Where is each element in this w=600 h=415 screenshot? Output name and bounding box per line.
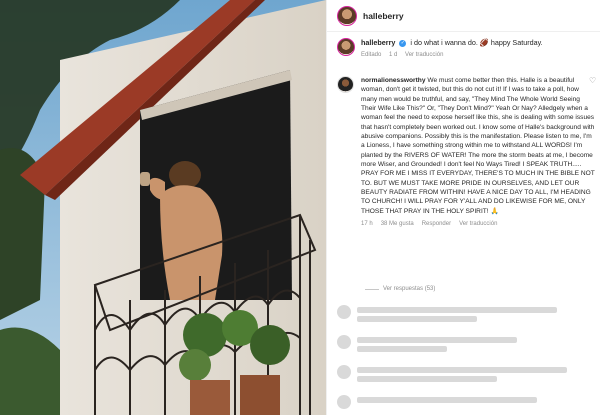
comment-see-translation[interactable]: Ver traducción — [459, 220, 497, 229]
comment-text: We must come better then this. Halle is … — [361, 77, 595, 215]
view-replies[interactable]: Ver respuestas (53) — [365, 286, 435, 292]
comment-username[interactable]: normalionessworthy — [361, 77, 426, 84]
caption-username[interactable]: halleberry — [361, 38, 395, 47]
replies-line — [365, 288, 379, 290]
photo-illustration — [0, 0, 326, 415]
avatar[interactable] — [337, 5, 357, 26]
comment-avatar[interactable] — [337, 76, 354, 93]
post-photo[interactable] — [0, 0, 326, 415]
blurred-comments — [327, 295, 600, 415]
caption-avatar[interactable] — [337, 38, 355, 56]
edited-label: Editado — [361, 52, 382, 58]
caption-see-translation[interactable]: Ver traducción — [405, 52, 443, 58]
heart-icon[interactable]: ♡ — [589, 76, 596, 85]
comment: normalionessworthy We must come better t… — [337, 76, 596, 230]
post-caption: halleberry ✓ i do what i wanna do. 🏈 hap… — [337, 38, 592, 60]
reply-button[interactable]: Responder — [422, 220, 451, 229]
view-replies-label[interactable]: Ver respuestas (53) — [383, 286, 435, 292]
header-username[interactable]: halleberry — [363, 11, 404, 21]
caption-text: i do what i wanna do. 🏈 happy Saturday. — [410, 38, 543, 47]
post-time: 1 d — [389, 52, 398, 58]
post-header: halleberry — [327, 0, 600, 32]
verified-icon: ✓ — [399, 39, 407, 47]
comment-time: 17 h — [361, 221, 373, 228]
comment-likes[interactable]: 38 Me gusta — [381, 220, 414, 229]
post-side-panel: halleberry halleberry ✓ i do what i wann… — [326, 0, 600, 415]
